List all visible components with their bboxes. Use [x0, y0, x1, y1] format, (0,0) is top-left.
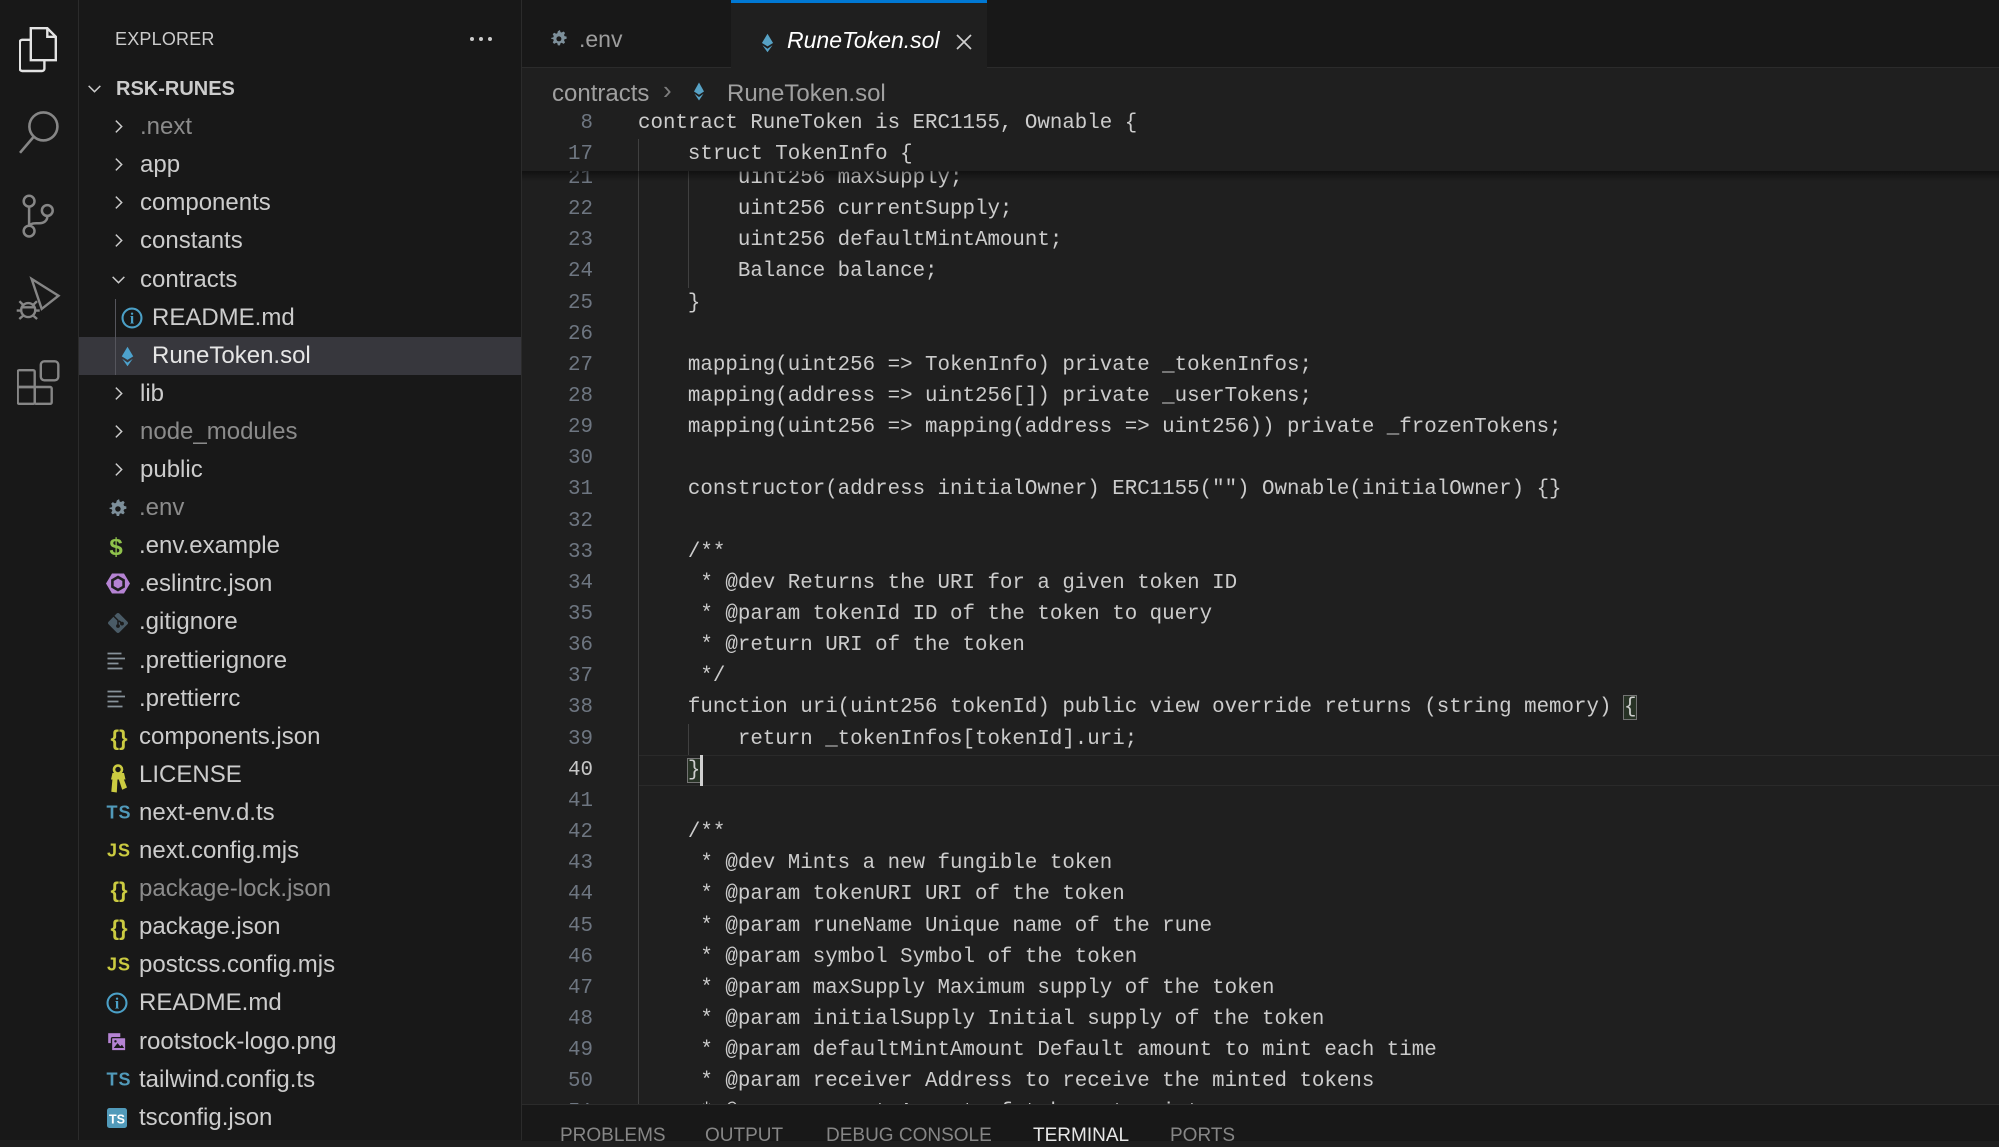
svg-text:{}: {} — [110, 878, 128, 903]
svg-text:i: i — [115, 996, 120, 1013]
svg-text:{}: {} — [110, 916, 128, 941]
svg-text:TS: TS — [106, 802, 131, 822]
svg-text:i: i — [130, 310, 135, 327]
svg-text:JS: JS — [107, 955, 131, 975]
svg-text:{}: {} — [110, 726, 128, 751]
svg-text:TS: TS — [109, 1112, 125, 1126]
svg-text:$: $ — [109, 535, 123, 560]
svg-text:JS: JS — [107, 841, 131, 861]
svg-text:TS: TS — [106, 1069, 131, 1089]
